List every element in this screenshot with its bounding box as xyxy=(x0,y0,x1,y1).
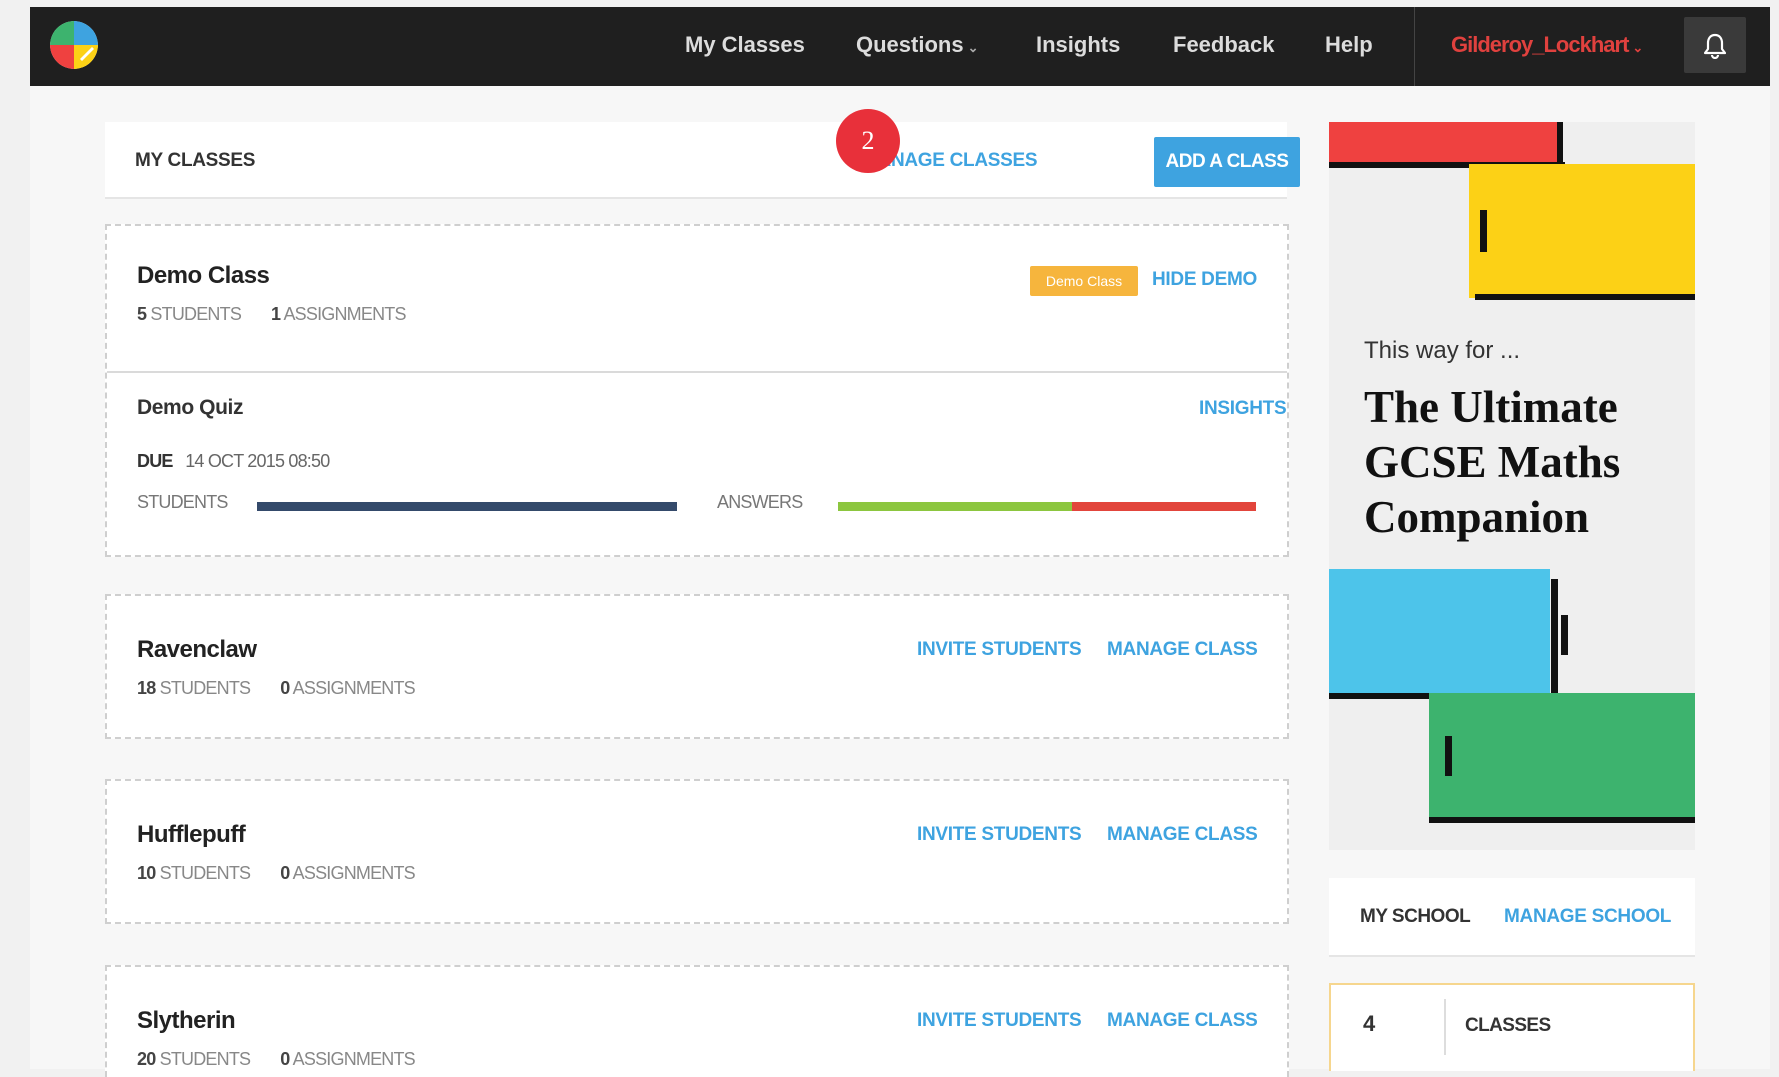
divider xyxy=(107,371,1287,373)
classes-stat-card: 4 CLASSES xyxy=(1329,983,1695,1071)
nav-insights[interactable]: Insights xyxy=(1036,32,1120,58)
class-card-slytherin: Slytherin 20 STUDENTS 0 ASSIGNMENTS INVIT… xyxy=(105,965,1289,1077)
assignments-count: 1 xyxy=(271,304,281,324)
students-count: 10 xyxy=(137,863,156,883)
students-progress-fill xyxy=(257,502,677,511)
nav-feedback-label: Feedback xyxy=(1173,32,1275,57)
manage-school-link[interactable]: MANAGE SCHOOL xyxy=(1504,906,1671,928)
classes-label: CLASSES xyxy=(1465,1015,1551,1036)
user-name: Gilderoy_Lockhart xyxy=(1451,32,1629,57)
demo-class-tag: Demo Class xyxy=(1030,266,1138,296)
answers-incorrect-segment xyxy=(1072,502,1256,511)
students-label: STUDENTS xyxy=(159,863,251,883)
answers-correct-segment xyxy=(838,502,1073,511)
my-school-card: MY SCHOOL MANAGE SCHOOL xyxy=(1329,878,1695,957)
class-card-hufflepuff: Hufflepuff 10 STUDENTS 0 ASSIGNMENTS INVI… xyxy=(105,779,1289,924)
assignments-label: ASSIGNMENTS xyxy=(292,1049,416,1069)
app-frame: My Classes Questions ⌄ Insights Feedback … xyxy=(30,7,1770,1077)
assignments-label: ASSIGNMENTS xyxy=(292,678,416,698)
class-meta: 10 STUDENTS 0 ASSIGNMENTS xyxy=(137,863,416,884)
user-menu[interactable]: Gilderoy_Lockhart ⌄ xyxy=(1451,32,1643,58)
nav-help-label: Help xyxy=(1325,32,1373,57)
promo-subtitle: This way for ... xyxy=(1364,337,1521,364)
chevron-down-icon: ⌄ xyxy=(967,40,979,55)
nav-my-classes[interactable]: My Classes xyxy=(685,32,805,58)
classes-count: 4 xyxy=(1363,1011,1376,1036)
nav-insights-label: Insights xyxy=(1036,32,1121,57)
notifications-button[interactable] xyxy=(1684,17,1746,73)
bell-icon xyxy=(1704,33,1726,59)
add-class-button[interactable]: ADD A CLASS xyxy=(1154,137,1300,187)
due-value: 14 OCT 2015 08:50 xyxy=(185,451,330,471)
insights-link[interactable]: INSIGHTS xyxy=(1199,398,1287,420)
class-meta: 5 STUDENTS 1 ASSIGNMENTS xyxy=(137,304,406,325)
top-nav: My Classes Questions ⌄ Insights Feedback … xyxy=(30,7,1770,86)
page-title: MY CLASSES xyxy=(135,150,256,171)
students-count: 20 xyxy=(137,1049,156,1069)
students-label: STUDENTS xyxy=(159,1049,251,1069)
students-progress-bar xyxy=(257,502,677,511)
invite-students-link[interactable]: INVITE STUDENTS xyxy=(917,824,1082,846)
students-label: STUDENTS xyxy=(159,678,251,698)
due-label: DUE xyxy=(137,451,173,471)
class-card-ravenclaw: Ravenclaw 18 STUDENTS 0 ASSIGNMENTS INVIT… xyxy=(105,594,1289,739)
manage-class-link[interactable]: MANAGE CLASS xyxy=(1107,639,1258,661)
quiz-due: DUE 14 OCT 2015 08:50 xyxy=(137,451,330,472)
quiz-title[interactable]: Demo Quiz xyxy=(137,396,243,420)
assignments-count: 0 xyxy=(280,1049,290,1069)
my-school-title: MY SCHOOL xyxy=(1360,906,1471,927)
class-name[interactable]: Slytherin xyxy=(137,1007,236,1035)
nav-questions-label: Questions xyxy=(856,32,964,57)
step-number-badge: 2 xyxy=(836,109,900,173)
nav-divider xyxy=(1414,7,1415,86)
manage-class-link[interactable]: MANAGE CLASS xyxy=(1107,824,1258,846)
assignments-count: 0 xyxy=(280,678,290,698)
answers-progress-label: ANSWERS xyxy=(717,492,803,512)
chevron-down-icon: ⌄ xyxy=(1632,40,1643,55)
promo-title: The Ultimate GCSE Maths Companion xyxy=(1364,382,1621,542)
invite-students-link[interactable]: INVITE STUDENTS xyxy=(917,1010,1082,1032)
manage-class-link[interactable]: MANAGE CLASS xyxy=(1107,1010,1258,1032)
nav-help[interactable]: Help xyxy=(1325,32,1373,58)
class-meta: 18 STUDENTS 0 ASSIGNMENTS xyxy=(137,678,416,699)
class-name[interactable]: Ravenclaw xyxy=(137,636,257,664)
students-label: STUDENTS xyxy=(150,304,242,324)
class-name[interactable]: Demo Class xyxy=(137,262,270,290)
assignments-label: ASSIGNMENTS xyxy=(283,304,406,324)
class-meta: 20 STUDENTS 0 ASSIGNMENTS xyxy=(137,1049,416,1070)
assignments-count: 0 xyxy=(280,863,290,883)
class-name[interactable]: Hufflepuff xyxy=(137,821,246,849)
hide-demo-link[interactable]: HIDE DEMO xyxy=(1152,269,1257,291)
students-count: 18 xyxy=(137,678,156,698)
students-count: 5 xyxy=(137,304,147,324)
invite-students-link[interactable]: INVITE STUDENTS xyxy=(917,639,1082,661)
answers-progress-bar xyxy=(838,502,1256,511)
class-card-demo: Demo Class 5 STUDENTS 1 ASSIGNMENTS Demo … xyxy=(105,224,1289,557)
nav-questions[interactable]: Questions ⌄ xyxy=(856,32,978,58)
gcse-promo-banner[interactable]: This way for ... The Ultimate GCSE Maths… xyxy=(1329,122,1695,850)
my-classes-header: MY CLASSES MANAGE CLASSES ADD A CLASS xyxy=(105,122,1300,199)
students-progress-label: STUDENTS xyxy=(137,492,228,512)
stat-divider xyxy=(1444,999,1446,1055)
app-logo-icon[interactable] xyxy=(50,21,98,69)
nav-my-classes-label: My Classes xyxy=(685,32,805,57)
assignments-label: ASSIGNMENTS xyxy=(292,863,416,883)
nav-feedback[interactable]: Feedback xyxy=(1173,32,1275,58)
